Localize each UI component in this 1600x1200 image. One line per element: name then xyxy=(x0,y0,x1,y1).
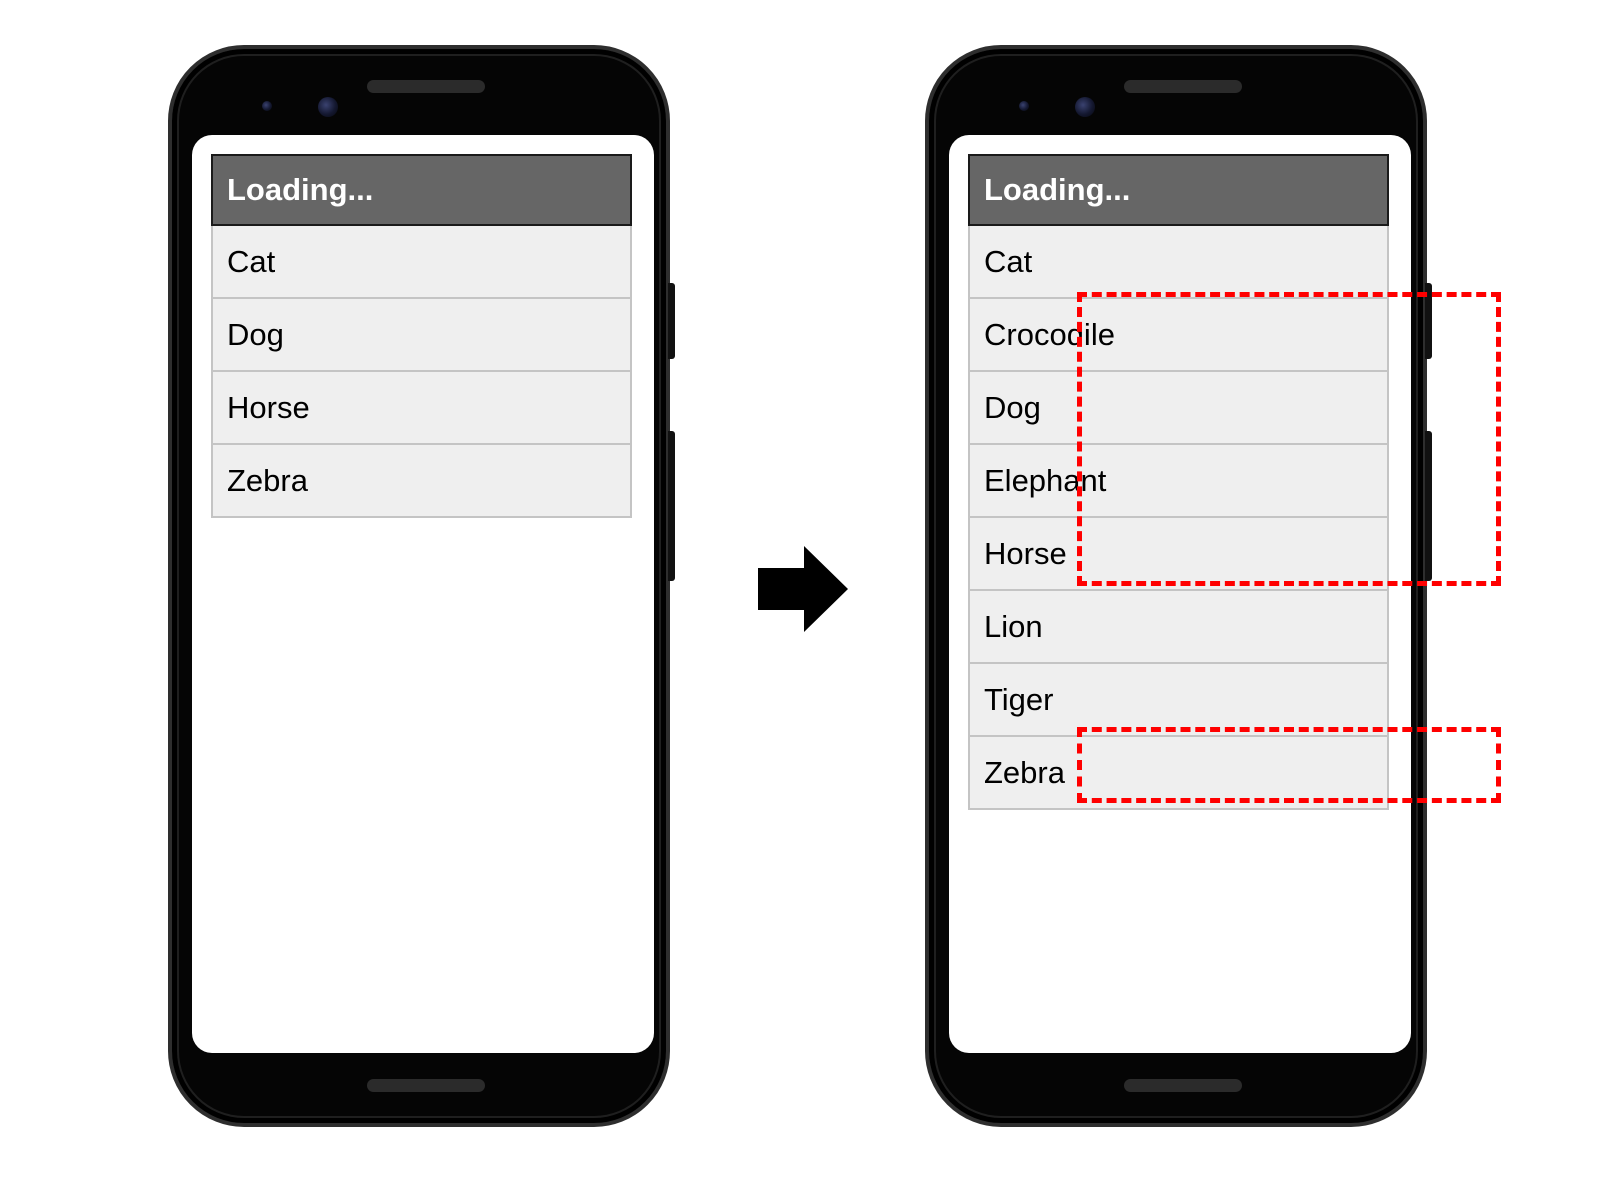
animal-list-before: Loading... Cat Dog Horse Zebra xyxy=(211,154,632,518)
list-item[interactable]: Dog xyxy=(211,299,632,372)
list-item[interactable]: Zebra xyxy=(968,737,1389,810)
list-item[interactable]: Horse xyxy=(211,372,632,445)
list-item[interactable]: Lion xyxy=(968,591,1389,664)
bottom-speaker xyxy=(367,1079,485,1092)
list-item[interactable]: Cat xyxy=(211,226,632,299)
top-speaker xyxy=(1124,80,1242,93)
list-item[interactable]: Dog xyxy=(968,372,1389,445)
bottom-speaker xyxy=(1124,1079,1242,1092)
list-item[interactable]: Elephant xyxy=(968,445,1389,518)
front-sensor-icon xyxy=(1019,101,1029,111)
phone-after: Loading... Cat Crocodile Dog Elephant Ho… xyxy=(925,45,1432,1127)
animal-list-after: Loading... Cat Crocodile Dog Elephant Ho… xyxy=(968,154,1389,810)
list-header: Loading... xyxy=(211,154,632,226)
list-item[interactable]: Crocodile xyxy=(968,299,1389,372)
list-item[interactable]: Horse xyxy=(968,518,1389,591)
volume-button xyxy=(668,431,675,581)
volume-button xyxy=(1425,431,1432,581)
screen-before: Loading... Cat Dog Horse Zebra xyxy=(192,135,654,1053)
front-camera-icon xyxy=(1075,97,1095,117)
screen-after: Loading... Cat Crocodile Dog Elephant Ho… xyxy=(949,135,1411,1053)
list-item[interactable]: Zebra xyxy=(211,445,632,518)
front-sensor-icon xyxy=(262,101,272,111)
top-speaker xyxy=(367,80,485,93)
list-item[interactable]: Tiger xyxy=(968,664,1389,737)
power-button xyxy=(668,283,675,359)
right-arrow-icon xyxy=(758,546,848,632)
list-header: Loading... xyxy=(968,154,1389,226)
power-button xyxy=(1425,283,1432,359)
phone-before: Loading... Cat Dog Horse Zebra xyxy=(168,45,675,1127)
list-item[interactable]: Cat xyxy=(968,226,1389,299)
front-camera-icon xyxy=(318,97,338,117)
